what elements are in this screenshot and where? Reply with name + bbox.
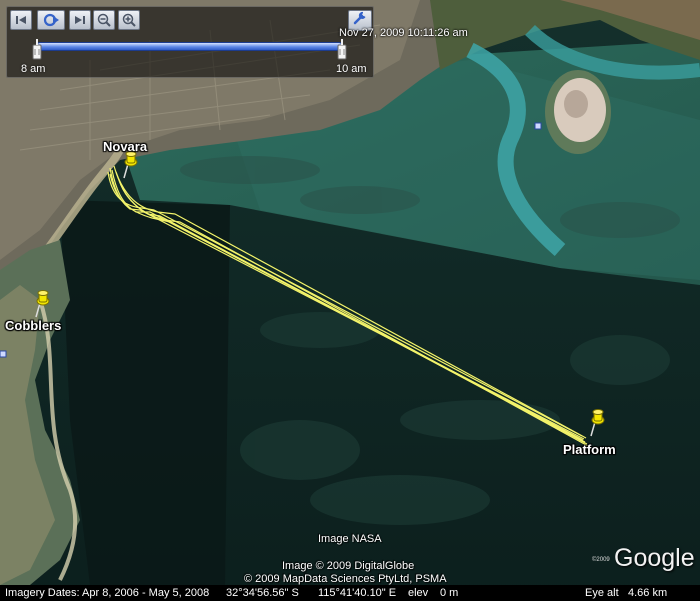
play-loop-icon [42, 13, 60, 27]
satellite-imagery[interactable] [0, 0, 700, 601]
attribution-mapdata: © 2009 MapData Sciences PtyLtd, PSMA [244, 573, 447, 585]
time-end-label: 10 am [336, 63, 367, 75]
time-start-label: 8 am [21, 63, 46, 75]
play-loop-button[interactable] [37, 10, 65, 30]
zoom-in-button[interactable] [118, 10, 140, 30]
time-range-track[interactable] [36, 42, 343, 51]
attribution-digitalglobe: Image © 2009 DigitalGlobe [282, 560, 415, 572]
placemark-label-platform[interactable]: Platform [563, 442, 616, 457]
placemark-pushpin-icon[interactable] [30, 289, 54, 319]
eye-altitude-value: 4.66 km [628, 587, 668, 599]
google-logo: Google [614, 544, 695, 572]
skip-back-icon [15, 15, 27, 25]
placemark-label-cobblers[interactable]: Cobblers [5, 318, 61, 333]
imagery-dates: Imagery Dates: Apr 8, 2006 - May 5, 2008 [5, 587, 210, 599]
map-view[interactable]: Novara Cobblers Platform 8 am 10 am Nov … [0, 0, 700, 601]
zoom-in-icon [122, 13, 136, 27]
skip-forward-button[interactable] [69, 10, 91, 30]
current-timestamp: Nov 27, 2009 10:11:26 am [339, 27, 468, 39]
elevation-label: elev [408, 587, 429, 599]
skip-forward-icon [74, 15, 86, 25]
longitude-readout: 115°41'40.10" E [318, 587, 397, 599]
logo-copyright: ©2009 [592, 557, 610, 563]
elevation-value: 0 m [440, 587, 459, 599]
placemark-pushpin-icon[interactable] [585, 408, 609, 438]
placemark-label-novara[interactable]: Novara [103, 139, 147, 154]
zoom-out-icon [97, 13, 111, 27]
eye-altitude-label: Eye alt [585, 587, 619, 599]
attribution-nasa: Image NASA [318, 533, 382, 545]
skip-back-button[interactable] [10, 10, 32, 30]
time-start-handle[interactable] [32, 39, 42, 61]
latitude-readout: 32°34'56.56" S [226, 587, 299, 599]
status-bar: Imagery Dates: Apr 8, 2006 - May 5, 2008… [0, 585, 700, 601]
zoom-out-button[interactable] [93, 10, 115, 30]
time-end-handle[interactable] [337, 39, 347, 61]
time-slider-panel: 8 am 10 am [6, 6, 374, 78]
placemark-pushpin-icon[interactable] [118, 150, 142, 180]
